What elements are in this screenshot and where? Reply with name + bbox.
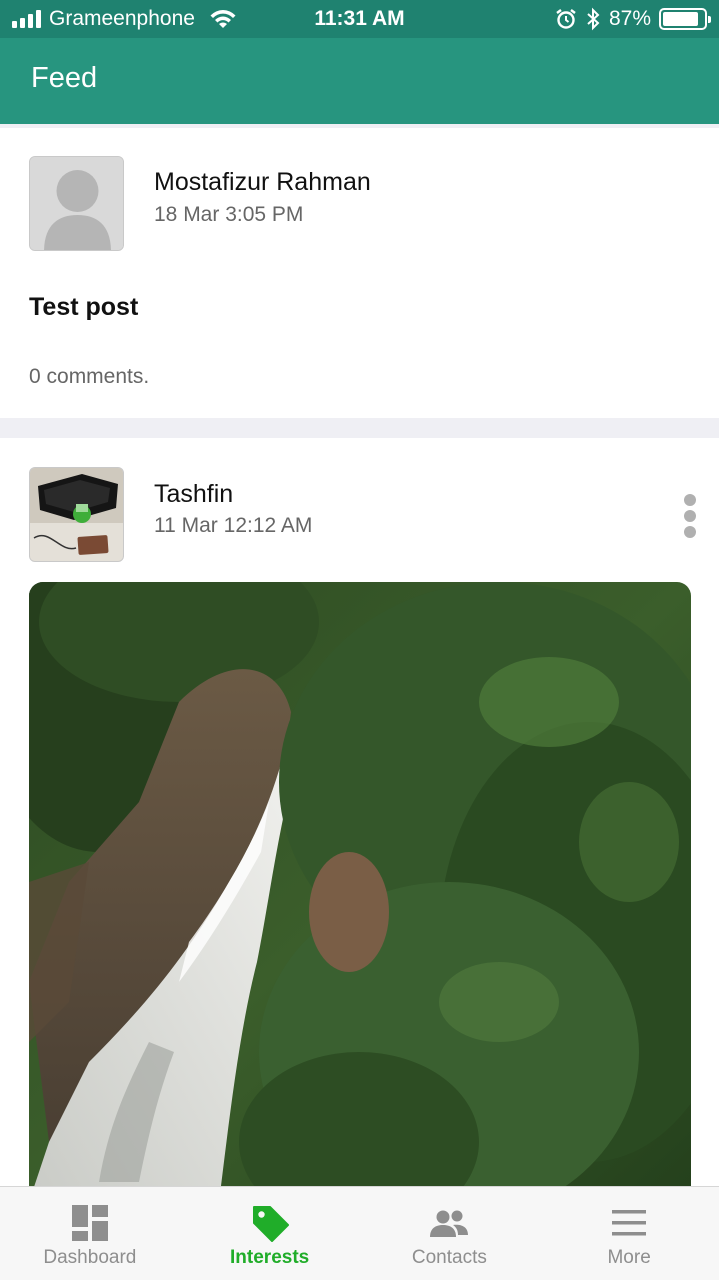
tab-dashboard[interactable]: Dashboard bbox=[0, 1187, 180, 1280]
status-right: 87% bbox=[555, 0, 711, 38]
wifi-icon bbox=[210, 10, 236, 28]
post-image[interactable] bbox=[29, 582, 691, 1202]
carrier-label: Grameenphone bbox=[49, 7, 195, 30]
tab-label: Interests bbox=[230, 1247, 310, 1268]
status-bar: Grameenphone 11:31 AM 87% bbox=[0, 0, 719, 38]
tab-label: More bbox=[607, 1247, 651, 1268]
menu-icon bbox=[612, 1210, 647, 1236]
tab-more[interactable]: More bbox=[539, 1187, 719, 1280]
battery-fill bbox=[663, 12, 698, 26]
feed-post[interactable]: Mostafizur Rahman 18 Mar 3:05 PM Test po… bbox=[0, 128, 719, 418]
post-author[interactable]: Tashfin bbox=[154, 480, 233, 509]
app-root: Grameenphone 11:31 AM 87% Feed Mostafizu… bbox=[0, 0, 719, 1280]
page-title: Feed bbox=[31, 62, 98, 94]
post-timestamp: 11 Mar 12:12 AM bbox=[154, 514, 313, 537]
battery-icon bbox=[659, 8, 711, 30]
status-left: Grameenphone bbox=[12, 0, 237, 38]
battery-percent: 87% bbox=[608, 7, 651, 30]
post-text: Test post bbox=[29, 293, 139, 321]
post-comments-count[interactable]: 0 comments. bbox=[29, 365, 149, 389]
nav-bar: Feed bbox=[0, 38, 719, 124]
dashboard-icon bbox=[71, 1205, 108, 1241]
bluetooth-icon bbox=[587, 7, 600, 31]
tab-contacts[interactable]: Contacts bbox=[360, 1187, 540, 1280]
more-options-icon[interactable] bbox=[678, 494, 702, 538]
contacts-icon bbox=[430, 1210, 469, 1237]
tab-label: Contacts bbox=[411, 1247, 487, 1268]
alarm-icon bbox=[556, 9, 576, 29]
signal-icon bbox=[12, 10, 41, 28]
post-author[interactable]: Mostafizur Rahman bbox=[154, 168, 371, 197]
tag-icon bbox=[252, 1206, 289, 1242]
feed-post[interactable]: Tashfin 11 Mar 12:12 AM bbox=[0, 438, 719, 1202]
avatar-photo bbox=[30, 468, 123, 561]
avatar[interactable] bbox=[29, 467, 124, 562]
default-avatar-icon bbox=[30, 157, 123, 250]
waterfall-photo bbox=[29, 582, 691, 1202]
tab-label: Dashboard bbox=[43, 1247, 137, 1268]
post-timestamp: 18 Mar 3:05 PM bbox=[154, 203, 304, 226]
avatar[interactable] bbox=[29, 156, 124, 251]
tab-interests[interactable]: Interests bbox=[180, 1187, 360, 1280]
tab-bar: Dashboard Interests Contacts More bbox=[0, 1186, 719, 1280]
